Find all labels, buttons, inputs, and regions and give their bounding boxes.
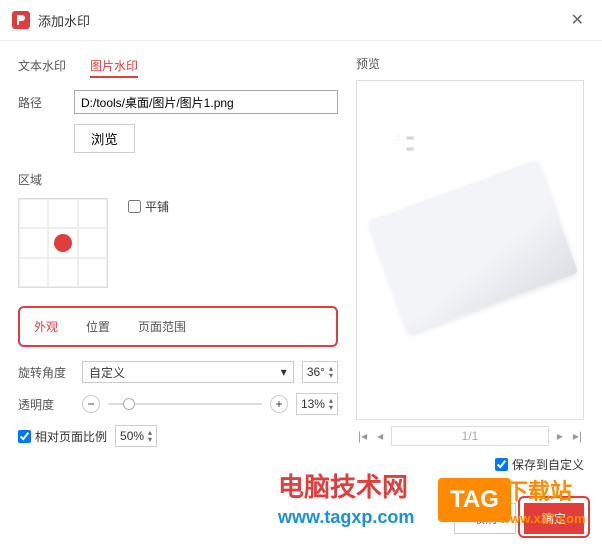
tile-label: 平铺 — [145, 198, 169, 215]
tab-position[interactable]: 位置 — [86, 318, 110, 335]
chevron-down-icon: ▾ — [281, 365, 287, 379]
tab-appearance[interactable]: 外观 — [34, 318, 58, 335]
opacity-plus-button[interactable]: + — [270, 395, 288, 413]
opacity-value: 13% — [301, 397, 325, 411]
next-page-icon[interactable]: ▸ — [555, 427, 565, 445]
spin-down-icon[interactable]: ▾ — [329, 404, 333, 411]
watermark-preview-image — [368, 160, 578, 334]
relative-value: 50% — [120, 429, 144, 443]
tile-checkbox[interactable]: 平铺 — [128, 198, 169, 215]
footer-buttons: 取消 确定 — [454, 503, 584, 534]
region-label: 区域 — [18, 171, 338, 188]
opacity-value-spinner[interactable]: 13% ▴▾ — [296, 393, 338, 415]
preview-page: : ═ ═ — [373, 97, 567, 403]
relative-checkbox-input[interactable] — [18, 430, 31, 443]
grid-cell-center[interactable] — [48, 228, 77, 257]
grid-cell[interactable] — [78, 258, 107, 287]
titlebar: 添加水印 ✕ — [0, 0, 602, 41]
first-page-icon[interactable]: |◂ — [356, 427, 369, 445]
rotate-mode-value: 自定义 — [89, 364, 125, 381]
app-icon — [12, 11, 30, 29]
grid-cell[interactable] — [19, 228, 48, 257]
relative-value-spinner[interactable]: 50% ▴▾ — [115, 425, 157, 447]
grid-cell[interactable] — [78, 228, 107, 257]
relative-checkbox[interactable]: 相对页面比例 — [18, 428, 107, 445]
overlay-text-2: www.tagxp.com — [278, 507, 414, 528]
grid-cell[interactable] — [48, 199, 77, 228]
cancel-button[interactable]: 取消 — [454, 503, 516, 534]
spin-down-icon[interactable]: ▾ — [329, 372, 333, 379]
tile-checkbox-input[interactable] — [128, 200, 141, 213]
path-input[interactable] — [74, 90, 338, 114]
prev-page-icon[interactable]: ◂ — [375, 427, 385, 445]
last-page-icon[interactable]: ▸| — [571, 427, 584, 445]
close-icon[interactable]: ✕ — [565, 8, 590, 32]
relative-label: 相对页面比例 — [35, 428, 107, 445]
save-custom-checkbox[interactable]: 保存到自定义 — [356, 456, 584, 473]
opacity-label: 透明度 — [18, 396, 74, 413]
page-nav: |◂ ◂ 1/1 ▸ ▸| — [356, 426, 584, 446]
spin-down-icon[interactable]: ▾ — [148, 436, 152, 443]
grid-cell[interactable] — [48, 258, 77, 287]
watermark-type-tabs: 文本水印 图片水印 — [18, 55, 338, 78]
opacity-slider[interactable] — [108, 403, 262, 405]
save-custom-input[interactable] — [495, 458, 508, 471]
grid-cell[interactable] — [19, 199, 48, 228]
rotate-value: 36° — [307, 365, 325, 379]
window-title: 添加水印 — [38, 11, 90, 30]
rotate-mode-select[interactable]: 自定义 ▾ — [82, 361, 294, 383]
selected-dot-icon — [54, 234, 72, 252]
rotate-label: 旋转角度 — [18, 364, 74, 381]
ok-button[interactable]: 确定 — [524, 503, 584, 534]
grid-cell[interactable] — [78, 199, 107, 228]
slider-thumb[interactable] — [123, 398, 135, 410]
preview-marks: : ═ ═ — [397, 133, 416, 155]
preview-label: 预览 — [356, 55, 584, 72]
position-grid[interactable] — [18, 198, 108, 288]
page-number: 1/1 — [391, 426, 549, 446]
opacity-minus-button[interactable]: − — [82, 395, 100, 413]
preview-area: : ═ ═ — [356, 80, 584, 420]
grid-cell[interactable] — [19, 258, 48, 287]
path-label: 路径 — [18, 94, 74, 111]
rotate-value-spinner[interactable]: 36° ▴▾ — [302, 361, 338, 383]
tab-page-range[interactable]: 页面范围 — [138, 318, 186, 335]
tab-text-watermark[interactable]: 文本水印 — [18, 55, 66, 78]
tab-image-watermark[interactable]: 图片水印 — [90, 55, 138, 78]
sub-tabs: 外观 位置 页面范围 — [18, 306, 338, 347]
save-custom-label: 保存到自定义 — [512, 456, 584, 473]
browse-button[interactable]: 浏览 — [74, 124, 135, 153]
